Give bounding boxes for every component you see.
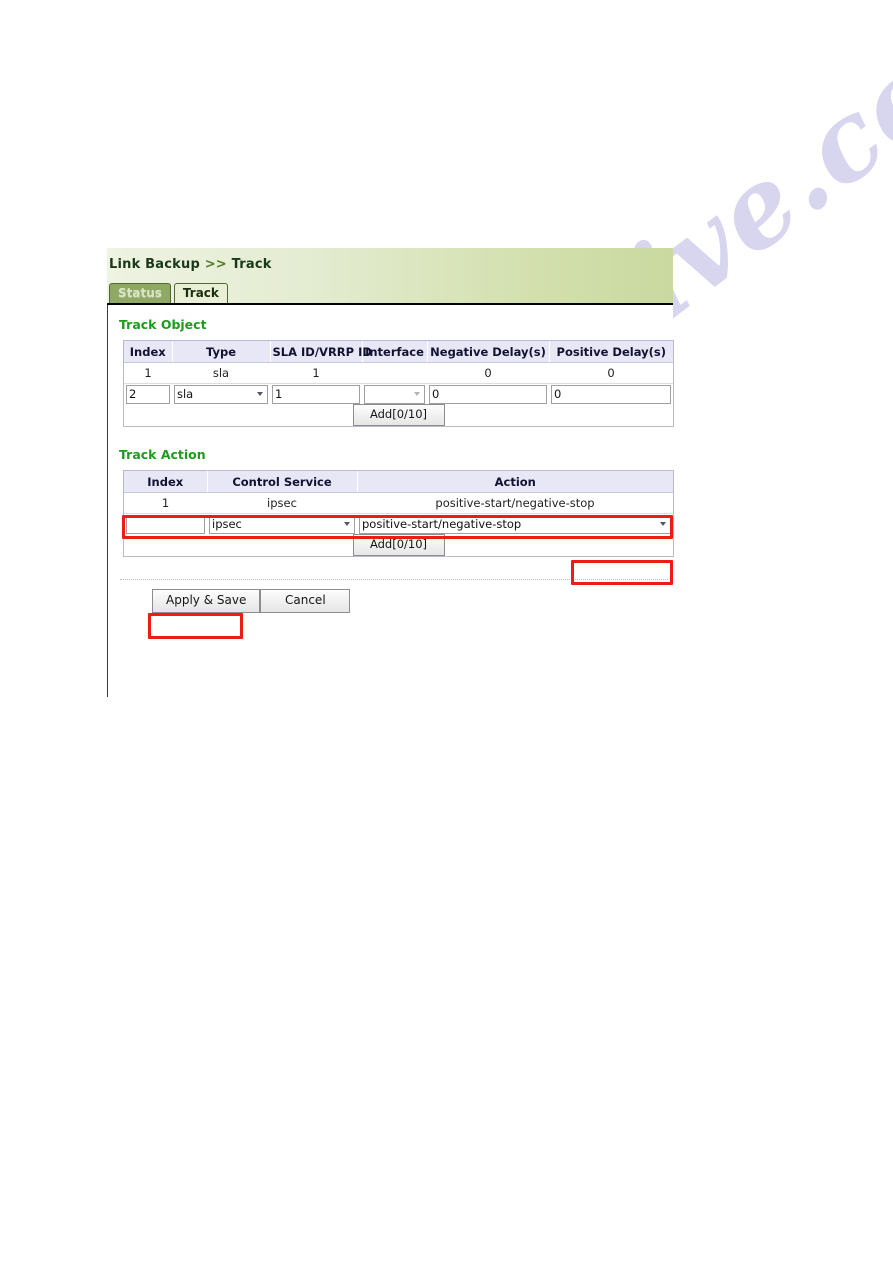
table-row: 1 ipsec positive-start/negative-stop xyxy=(124,492,673,514)
cell-new-action: positive-start/negative-stop xyxy=(357,513,673,534)
cell-index: 1 xyxy=(124,492,207,514)
chevron-down-icon xyxy=(660,522,666,526)
cell-negative-delay: 0 xyxy=(427,362,549,384)
cell-new-control-service: ipsec xyxy=(207,513,357,534)
track-object-type-select-value: sla xyxy=(177,386,194,401)
track-action-control-service-select-value: ipsec xyxy=(212,516,242,531)
cell-sla-vrrp-id: 1 xyxy=(270,362,362,384)
cell-positive-delay: 0 xyxy=(549,362,673,384)
col-header-positive-delay: Positive Delay(s) xyxy=(549,341,673,363)
apply-and-save-button[interactable]: Apply & Save xyxy=(152,589,261,613)
cell-add-button: Add[0/10] xyxy=(124,404,673,426)
router-admin-panel: Link Backup >> Track Status Track Track … xyxy=(107,248,674,697)
cell-add-button: Add[0/10] xyxy=(124,534,673,556)
cell-new-sla-vrrp-id: 1 xyxy=(270,383,362,404)
breadcrumb: Link Backup >> Track xyxy=(109,257,272,272)
track-action-add-button[interactable]: Add[0/10] xyxy=(352,534,445,556)
section-title-track-action: Track Action xyxy=(119,447,206,462)
track-object-index-input[interactable]: 2 xyxy=(126,384,170,404)
track-object-add-button[interactable]: Add[0/10] xyxy=(352,404,445,426)
col-header-index: Index xyxy=(124,341,173,363)
col-header-interface: Interface xyxy=(362,341,428,363)
cell-index: 1 xyxy=(124,362,172,384)
form-body: Track Object Index Type SLA ID/VRRP ID I… xyxy=(107,305,674,697)
track-object-sla-vrrp-id-input[interactable]: 1 xyxy=(272,384,360,404)
track-object-positive-delay-input[interactable]: 0 xyxy=(551,384,671,404)
track-action-control-service-select[interactable]: ipsec xyxy=(209,514,355,534)
track-object-table: Index Type SLA ID/VRRP ID Interface Nega… xyxy=(124,341,673,426)
track-object-interface-select[interactable] xyxy=(364,384,425,404)
tab-status[interactable]: Status xyxy=(109,283,171,303)
track-action-action-select[interactable]: positive-start/negative-stop xyxy=(359,514,671,534)
track-object-type-select[interactable]: sla xyxy=(174,384,268,404)
footer-divider xyxy=(120,579,668,580)
track-action-table: Index Control Service Action 1 ipsec pos… xyxy=(124,471,673,556)
cell-new-type: sla xyxy=(172,383,270,404)
cell-new-index xyxy=(124,513,207,534)
col-header-negative-delay: Negative Delay(s) xyxy=(427,341,550,363)
cell-new-index: 2 xyxy=(124,383,172,404)
cancel-button[interactable]: Cancel xyxy=(260,589,351,613)
page-header-band: Link Backup >> Track Status Track xyxy=(107,248,673,305)
section-title-track-object: Track Object xyxy=(119,317,207,332)
track-object-table-wrap: Index Type SLA ID/VRRP ID Interface Nega… xyxy=(123,340,674,427)
table-header-row: Index Control Service Action xyxy=(124,471,673,493)
track-action-add-row: Add[0/10] xyxy=(124,534,673,556)
breadcrumb-root: Link Backup xyxy=(109,257,200,272)
cell-new-positive-delay: 0 xyxy=(549,383,673,404)
table-row: 1 sla 1 0 0 xyxy=(124,362,673,384)
tab-track[interactable]: Track xyxy=(173,283,228,303)
table-header-row: Index Type SLA ID/VRRP ID Interface Nega… xyxy=(124,341,673,363)
chevron-down-icon xyxy=(344,522,350,526)
cell-action: positive-start/negative-stop xyxy=(357,492,673,514)
track-object-add-row: Add[0/10] xyxy=(124,404,673,426)
track-object-new-row: 2 sla 1 0 0 xyxy=(124,383,673,404)
track-action-index-input[interactable] xyxy=(126,514,205,534)
col-header-type: Type xyxy=(172,341,271,363)
footer-actions: Apply & Save Cancel xyxy=(152,589,673,613)
breadcrumb-separator-icon: >> xyxy=(204,257,227,272)
cell-type: sla xyxy=(172,362,270,384)
cell-new-interface xyxy=(362,383,427,404)
track-object-negative-delay-input[interactable]: 0 xyxy=(429,384,547,404)
col-header-action: Action xyxy=(357,471,673,493)
col-header-control-service: Control Service xyxy=(207,471,358,493)
tab-bar: Status Track xyxy=(109,283,228,303)
chevron-down-icon xyxy=(414,392,420,396)
cell-control-service: ipsec xyxy=(207,492,357,514)
col-header-sla-vrrp-id: SLA ID/VRRP ID xyxy=(270,341,372,363)
cell-interface xyxy=(362,362,427,384)
col-header-index: Index xyxy=(124,471,208,493)
track-action-table-wrap: Index Control Service Action 1 ipsec pos… xyxy=(123,470,674,557)
track-action-new-row: ipsec positive-start/negative-stop xyxy=(124,513,673,534)
cell-new-negative-delay: 0 xyxy=(427,383,549,404)
track-action-action-select-value: positive-start/negative-stop xyxy=(362,516,522,531)
chevron-down-icon xyxy=(257,392,263,396)
breadcrumb-current: Track xyxy=(231,257,272,272)
